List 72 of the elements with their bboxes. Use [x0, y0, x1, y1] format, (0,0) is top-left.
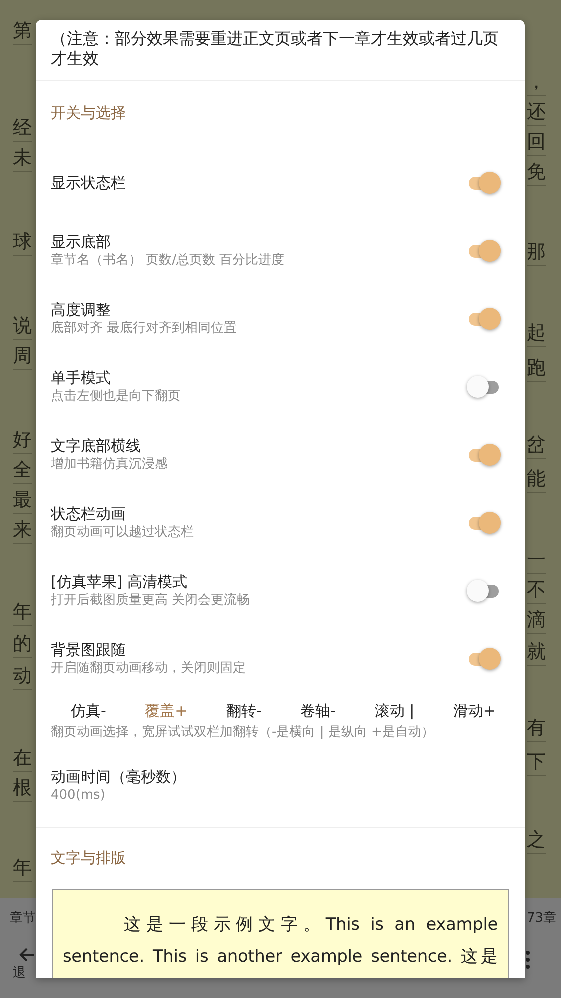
page-text: 一 — [527, 547, 546, 574]
section-title: 文字与排版 — [50, 848, 127, 869]
page-text: 有 — [527, 715, 546, 742]
page-text: 第 — [13, 18, 32, 45]
animation-option[interactable]: 滚动 | — [374, 701, 415, 721]
page-text: 之 — [527, 827, 546, 854]
page-text: 的 — [13, 631, 32, 658]
page-text: 球 — [13, 229, 32, 256]
toggle-switch[interactable] — [467, 172, 501, 194]
page-text: 还 — [527, 99, 546, 126]
setting-title: 显示底部 — [51, 232, 112, 252]
page-text: 动 — [13, 663, 32, 690]
page-text: 在 — [13, 745, 32, 772]
page-text: 周 — [13, 343, 32, 370]
toggle-switch[interactable] — [467, 444, 501, 466]
animation-option[interactable]: 卷轴- — [300, 701, 336, 721]
page-text: 免 — [527, 159, 546, 186]
page-text: 好 — [13, 427, 32, 454]
setting-description: 增加书籍仿真沉浸感 — [51, 456, 169, 474]
setting-title: 动画时间（毫秒数） — [51, 767, 187, 787]
toggle-switch[interactable] — [467, 648, 501, 670]
setting-description: 点击左侧也是向下翻页 — [51, 388, 182, 406]
page-text: 不 — [527, 577, 546, 604]
page-text: 年 — [13, 855, 32, 882]
setting-title: 背景图跟随 — [51, 640, 127, 660]
setting-value: 400(ms) — [51, 787, 106, 805]
page-text: 就 — [527, 639, 546, 666]
page-text: 未 — [13, 145, 32, 172]
page-text: 最 — [13, 487, 32, 514]
animation-option[interactable]: 翻转- — [226, 701, 262, 721]
page-text: 跑 — [527, 355, 546, 382]
setting-description: 开启随翻页动画移动，关闭则固定 — [51, 660, 247, 678]
toggle-switch[interactable] — [467, 308, 501, 330]
page-text: 能 — [527, 466, 546, 493]
animation-option[interactable]: 仿真- — [71, 701, 106, 721]
setting-description: 章节名（书名） 页数/总页数 百分比进度 — [51, 252, 286, 270]
page-text: 全 — [13, 457, 32, 484]
setting-title: 状态栏动画 — [51, 504, 127, 524]
page-text: 下 — [527, 749, 546, 776]
page-text: 来 — [13, 517, 32, 544]
page-text: 回 — [527, 129, 546, 156]
setting-title: 显示状态栏 — [51, 173, 127, 193]
page-text: 岔 — [527, 432, 546, 459]
page-text: 年 — [13, 599, 32, 626]
setting-description: 打开后截图质量更高 关闭会更流畅 — [51, 592, 252, 610]
setting-description: 底部对齐 最底行对齐到相同位置 — [51, 320, 238, 338]
more-icon[interactable] — [526, 951, 530, 969]
setting-title: 单手模式 — [51, 368, 112, 388]
toggle-switch[interactable] — [467, 512, 501, 534]
page-text: 滴 — [527, 607, 546, 634]
page-text: 起 — [527, 320, 546, 347]
page-text: ， — [527, 69, 546, 96]
setting-title: [仿真苹果] 高清模式 — [51, 572, 188, 592]
page-text: 经 — [13, 115, 32, 142]
setting-description: 翻页动画选择，宽屏试试双栏加翻转（-是横向 | 是纵向 +是自动） — [51, 725, 434, 740]
page-text: 根 — [13, 775, 32, 802]
notice-text: （注意：部分效果需要重进正文页或者下一章才生效或者过几页才生效 — [36, 20, 525, 81]
section-title: 开关与选择 — [50, 103, 127, 124]
animation-option[interactable]: 滑动+ — [453, 701, 496, 721]
toggle-switch[interactable] — [467, 580, 501, 602]
toggle-switch[interactable] — [467, 240, 501, 262]
back-arrow-icon[interactable] — [19, 947, 35, 963]
page-text: 那 — [527, 239, 546, 266]
setting-description: 翻页动画可以越过状态栏 — [51, 524, 195, 542]
chapter-count: 73章 — [527, 910, 557, 927]
page-text: 说 — [13, 313, 32, 340]
setting-title: 文字底部横线 — [51, 436, 142, 456]
exit-label[interactable]: 退 — [13, 964, 26, 982]
animation-option[interactable]: 覆盖+ — [145, 701, 188, 721]
toggle-switch[interactable] — [467, 376, 501, 398]
chapter-label: 章节 — [10, 910, 36, 927]
setting-title: 高度调整 — [51, 300, 112, 320]
